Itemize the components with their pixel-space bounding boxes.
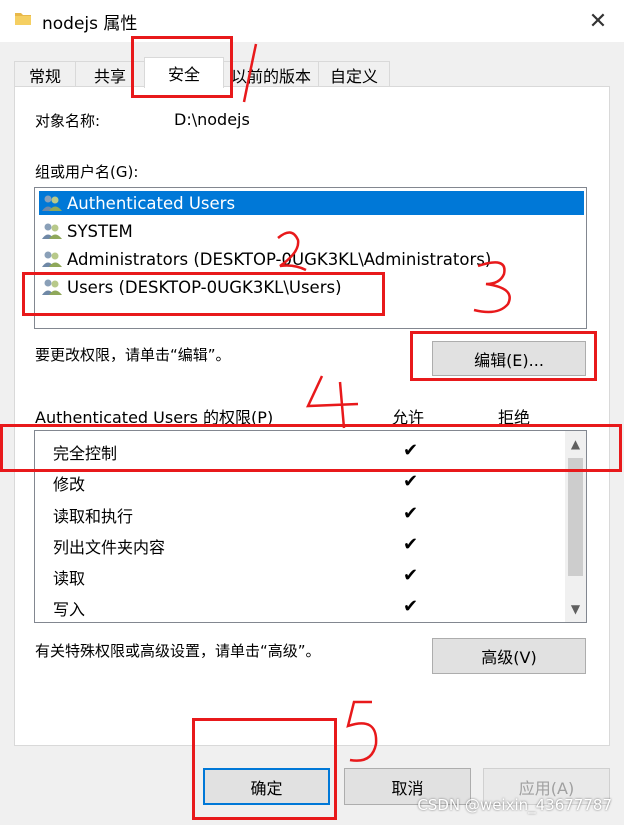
permission-name: 读取 [53, 569, 86, 588]
tab-previous-versions[interactable]: 以前的版本 [223, 61, 319, 87]
annotation-box-full-control [0, 424, 622, 472]
permission-name: 列出文件夹内容 [53, 538, 166, 557]
user-item-label: Administrators (DESKTOP-0UGK3KL\Administ… [67, 249, 492, 269]
allow-check-icon: ✔ [403, 471, 419, 492]
permission-row-write: 写入 [53, 596, 85, 620]
users-icon [42, 223, 62, 239]
tab-general[interactable]: 常规 [14, 61, 76, 87]
permission-row-read-execute: 读取和执行 [53, 503, 133, 527]
users-icon [42, 195, 62, 211]
permission-row-modify: 修改 [53, 471, 85, 495]
group-label: 组或用户名(G): [35, 163, 139, 181]
user-item-label: SYSTEM [67, 221, 133, 241]
allow-check-icon: ✔ [403, 503, 419, 524]
annotation-box-edit [410, 331, 597, 381]
scroll-down-icon[interactable]: ▼ [565, 598, 586, 620]
annotation-box-ok [192, 718, 337, 820]
advanced-hint: 有关特殊权限或高级设置，请单击“高级”。 [35, 642, 321, 660]
user-item-administrators[interactable]: Administrators (DESKTOP-0UGK3KL\Administ… [39, 247, 491, 271]
window-title: nodejs 属性 [42, 14, 138, 34]
users-icon [42, 251, 62, 267]
permission-row-list-folder: 列出文件夹内容 [53, 534, 165, 558]
advanced-button[interactable]: 高级(V) [432, 638, 586, 674]
permission-name: 修改 [53, 475, 86, 494]
object-name-label: 对象名称: [35, 112, 101, 130]
scroll-thumb[interactable] [568, 458, 583, 576]
close-button[interactable]: ✕ [578, 4, 618, 38]
user-item-system[interactable]: SYSTEM [39, 219, 133, 243]
permission-name: 读取和执行 [53, 507, 134, 526]
annotation-box-users [22, 272, 385, 316]
permission-name: 写入 [53, 600, 86, 619]
allow-check-icon: ✔ [403, 565, 419, 586]
user-item-authenticated-users[interactable]: Authenticated Users [39, 191, 584, 215]
tab-customize[interactable]: 自定义 [318, 61, 390, 87]
change-permissions-hint: 要更改权限，请单击“编辑”。 [35, 346, 231, 364]
permission-row-read: 读取 [53, 565, 85, 589]
allow-check-icon: ✔ [403, 596, 419, 617]
tab-security[interactable]: 安全 [144, 57, 224, 88]
title-bar: nodejs 属性 ✕ [0, 0, 624, 42]
watermark: CSDN @weixin_43677787 [417, 796, 612, 814]
object-name-value: D:\nodejs [174, 110, 250, 129]
close-icon: ✕ [588, 8, 608, 34]
properties-dialog: nodejs 属性 ✕ 常规 共享 安全 以前的版本 自定义 对象名称: D:\… [0, 0, 624, 825]
allow-check-icon: ✔ [403, 534, 419, 555]
user-item-label: Authenticated Users [67, 193, 236, 213]
folder-icon [15, 13, 31, 25]
